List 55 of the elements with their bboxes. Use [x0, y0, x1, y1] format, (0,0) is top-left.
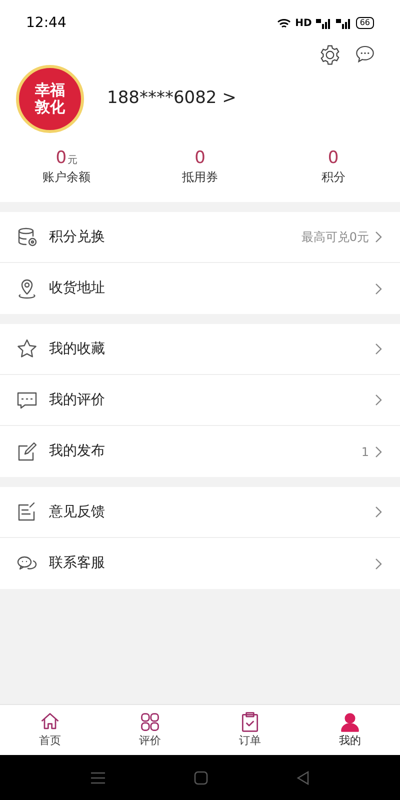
location-pin-icon: [16, 278, 38, 300]
grid-icon: [139, 710, 161, 733]
logo-text: 敦化: [35, 99, 65, 116]
row-detail: 1: [361, 444, 369, 460]
menu-row[interactable]: 我的发布 1: [0, 426, 400, 477]
home-button-icon[interactable]: [194, 770, 208, 784]
menu-icon[interactable]: [90, 772, 106, 784]
tab-item[interactable]: 订单: [200, 705, 300, 755]
network-label: HD: [295, 16, 312, 30]
menu-row[interactable]: 意见反馈: [0, 487, 400, 538]
status-time: 12:44: [26, 14, 66, 32]
logo-text: 幸福: [35, 82, 65, 99]
row-label: 我的收藏: [49, 340, 106, 358]
row-detail: 最高可兑0元: [301, 229, 369, 246]
row-label: 意见反馈: [49, 502, 106, 522]
wifi-icon: [277, 18, 292, 28]
battery-icon: 66: [356, 17, 374, 29]
chevron-icon: [375, 506, 382, 518]
menu-row[interactable]: 联系客服: [0, 538, 400, 589]
clipboard-icon: [239, 710, 261, 733]
stat-label: 积分: [321, 169, 346, 186]
row-label: 我的评价: [49, 390, 106, 410]
stat-value: 0: [56, 147, 67, 170]
tab-item[interactable]: 评价: [100, 705, 200, 755]
database-icon: [16, 226, 38, 248]
menu-row[interactable]: 收货地址: [0, 263, 400, 314]
chevron-icon: [375, 231, 382, 243]
row-label: 联系客服: [49, 554, 106, 573]
chevron-icon: [375, 394, 382, 406]
back-icon[interactable]: [296, 770, 310, 784]
chevron-icon: [375, 343, 382, 355]
tab-item[interactable]: 首页: [0, 705, 100, 755]
row-label: 收货地址: [49, 279, 106, 298]
chevron-icon: [375, 282, 382, 294]
tab-item[interactable]: 我的: [300, 705, 400, 755]
signal-icon: [316, 18, 332, 28]
menu-row[interactable]: 我的收藏: [0, 324, 400, 375]
star-icon: [16, 338, 38, 360]
stat-label: 抵用券: [182, 169, 218, 186]
chevron-icon: [375, 446, 382, 458]
message-icon[interactable]: [355, 44, 375, 64]
menu-row[interactable]: 我的评价: [0, 375, 400, 426]
row-label: 积分兑换: [49, 228, 106, 246]
chevron-icon: [375, 558, 382, 570]
edit-icon: [16, 440, 38, 462]
stat-unit: 元: [68, 154, 78, 168]
row-label: 我的发布: [49, 442, 106, 461]
menu-row[interactable]: 积分兑换 最高可兑0元: [0, 212, 400, 263]
stat-value: 0: [328, 147, 339, 170]
stat-value: 0: [194, 147, 206, 170]
signal-icon: [336, 18, 352, 28]
settings-icon[interactable]: [319, 44, 341, 66]
phone-number-link[interactable]: 188****6082 >: [107, 86, 236, 112]
stat-label: 账户余额: [42, 169, 91, 186]
person-icon: [339, 710, 361, 733]
